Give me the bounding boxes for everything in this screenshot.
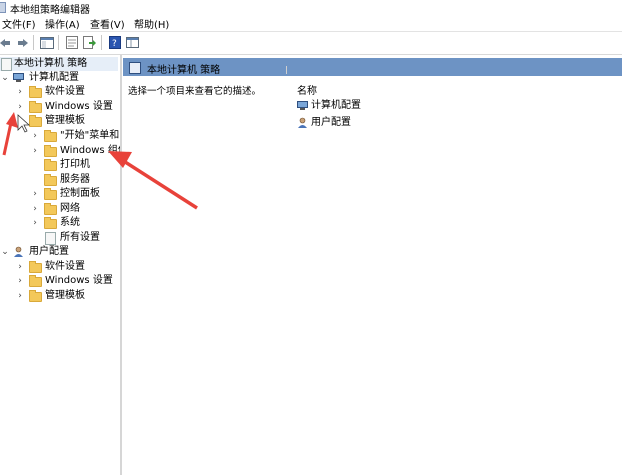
- annotation-arrow-left: [2, 112, 18, 156]
- annotation-overlay: [2, 112, 198, 210]
- mouse-cursor-icon: [17, 114, 31, 133]
- annotation-arrow-right: [108, 151, 198, 210]
